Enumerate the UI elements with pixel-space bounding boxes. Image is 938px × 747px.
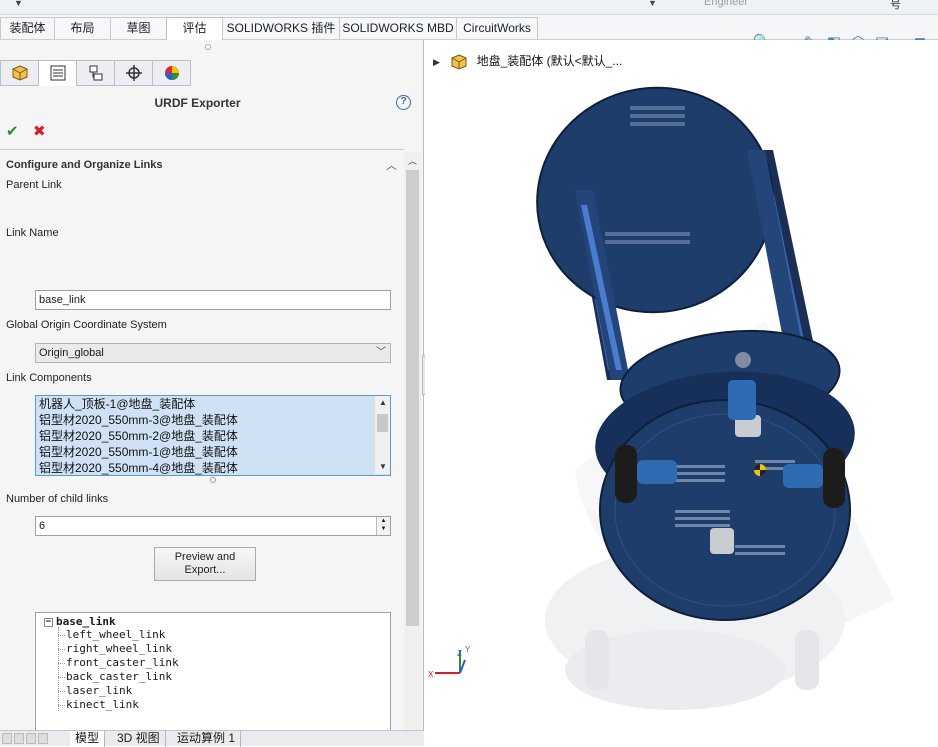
- help-icon[interactable]: ?: [396, 95, 411, 110]
- tab-layout[interactable]: 布局: [54, 17, 111, 39]
- list-scrollbar[interactable]: ▲ ▼: [374, 396, 390, 474]
- strip-trailing-text: 号: [890, 0, 901, 11]
- list-item[interactable]: 铝型材2020_550mm-3@地盘_装配体: [36, 412, 390, 428]
- spinner-arrows[interactable]: ▲ ▼: [376, 517, 390, 535]
- origin-marker: [754, 464, 766, 476]
- dimxpert-tab[interactable]: [114, 60, 153, 86]
- link-components-label: Link Components: [6, 372, 92, 384]
- list-item[interactable]: 铝型材2020_550mm-2@地盘_装配体: [36, 428, 390, 444]
- child-count-label: Number of child links: [6, 493, 109, 505]
- tree-item[interactable]: laser_link: [57, 684, 132, 698]
- tab-circuitworks[interactable]: CircuitWorks: [456, 17, 538, 39]
- ok-button[interactable]: ✔: [6, 122, 19, 140]
- preview-export-button[interactable]: Preview and Export...: [154, 547, 256, 581]
- manager-tabs: [0, 60, 191, 86]
- next-tab-icon[interactable]: [26, 733, 36, 744]
- property-manager-panel: URDF Exporter ? ✔ ✖ Configure and Organi…: [0, 40, 424, 746]
- cancel-button[interactable]: ✖: [33, 122, 46, 140]
- preview-export-line1: Preview and: [174, 551, 236, 563]
- tree-item[interactable]: left_wheel_link: [57, 628, 165, 642]
- bottom-tab-bar: 模型 3D 视图 运动算例 1: [0, 730, 424, 747]
- tab-solidworks-mbd[interactable]: SOLIDWORKS MBD: [339, 17, 457, 39]
- link-name-input[interactable]: base_link: [35, 290, 391, 310]
- dropdown-arrow-icon[interactable]: ▼: [648, 0, 657, 8]
- configuration-manager-tab[interactable]: [76, 60, 115, 86]
- collapse-section-icon[interactable]: ︿: [386, 157, 397, 173]
- display-manager-icon: [164, 66, 179, 80]
- coord-system-value: Origin_global: [39, 347, 104, 359]
- svg-text:X: X: [428, 670, 434, 679]
- property-manager-icon: [50, 65, 65, 81]
- command-manager-tabs: 装配体 布局 草图 评估 SOLIDWORKS 插件 SOLIDWORKS MB…: [0, 15, 938, 51]
- graphics-viewport[interactable]: ▶ 地盘_装配体 (默认<默认_... X Y Z: [425, 40, 938, 746]
- preview-export-line2: Export...: [184, 564, 226, 576]
- tree-connector: [58, 627, 59, 711]
- panel-scroll-area: Configure and Organize Links ︿ Parent Li…: [0, 152, 404, 744]
- tree-item[interactable]: front_caster_link: [58, 656, 179, 670]
- tree-item[interactable]: back_caster_link: [58, 670, 172, 684]
- panel-title: URDF Exporter: [154, 96, 241, 110]
- parent-link-label: Parent Link: [6, 179, 62, 191]
- tab-evaluate[interactable]: 评估: [166, 17, 223, 40]
- child-count-spinner[interactable]: 6 ▲ ▼: [35, 516, 391, 536]
- tab-motion-study[interactable]: 运动算例 1: [172, 731, 242, 747]
- panel-scrollbar[interactable]: ︿ ﹀: [404, 152, 421, 744]
- last-tab-icon[interactable]: [38, 733, 48, 744]
- tree-item[interactable]: right_wheel_link: [58, 642, 172, 656]
- tree-root[interactable]: − base_link: [44, 615, 116, 628]
- scroll-up-icon[interactable]: ︿: [408, 154, 417, 167]
- scrollbar-thumb[interactable]: [377, 414, 388, 432]
- link-components-list[interactable]: 机器人_顶板-1@地盘_装配体 铝型材2020_550mm-3@地盘_装配体 铝…: [35, 395, 391, 476]
- tree-item[interactable]: kinect_link: [58, 698, 139, 712]
- motor-vertical: [728, 380, 756, 420]
- coord-system-label: Global Origin Coordinate System: [6, 319, 167, 331]
- link-name-label: Link Name: [6, 227, 59, 239]
- list-item[interactable]: 铝型材2020_550mm-4@地盘_装配体: [36, 460, 390, 475]
- first-tab-icon[interactable]: [2, 733, 12, 744]
- tree-root-label: base_link: [56, 615, 116, 628]
- svg-text:Z: Z: [457, 649, 462, 658]
- section-title: Configure and Organize Links: [6, 159, 163, 171]
- list-resize-grip[interactable]: [210, 477, 216, 483]
- dimxpert-icon: [125, 65, 142, 81]
- tab-assembly[interactable]: 装配体: [0, 17, 55, 39]
- display-manager-tab[interactable]: [152, 60, 191, 86]
- feature-manager-icon: [12, 65, 27, 81]
- prev-tab-icon[interactable]: [14, 733, 24, 744]
- link-tree[interactable]: − base_link left_wheel_link right_wheel_l…: [35, 612, 391, 744]
- tab-solidworks-addins[interactable]: SOLIDWORKS 插件: [222, 17, 340, 39]
- list-item[interactable]: 铝型材2020_550mm-1@地盘_装配体: [36, 444, 390, 460]
- scroll-down-icon[interactable]: ▼: [379, 462, 387, 471]
- dropdown-arrow-icon[interactable]: ▼: [14, 0, 23, 8]
- collapse-icon[interactable]: −: [44, 617, 53, 627]
- robot-model[interactable]: X Y Z: [425, 40, 938, 746]
- coord-system-select[interactable]: Origin_global ﹀: [35, 343, 391, 363]
- list-item[interactable]: 机器人_顶板-1@地盘_装配体: [36, 396, 390, 412]
- scroll-up-icon[interactable]: ▲: [379, 398, 387, 407]
- feature-manager-tab[interactable]: [0, 60, 39, 86]
- search-hint: Engineer: [704, 0, 749, 8]
- child-count-value: 6: [39, 520, 46, 532]
- chevron-down-icon: ﹀: [376, 347, 386, 358]
- property-manager-tab[interactable]: [38, 60, 77, 86]
- divider: [0, 149, 404, 150]
- tab-sketch[interactable]: 草图: [110, 17, 167, 39]
- panel-grip[interactable]: [205, 44, 211, 50]
- scrollbar-thumb[interactable]: [406, 170, 419, 626]
- svg-text:Y: Y: [465, 645, 471, 654]
- configuration-manager-icon: [89, 65, 102, 81]
- tab-model[interactable]: 模型: [70, 731, 106, 747]
- tab-3d-views[interactable]: 3D 视图: [112, 731, 166, 747]
- axis-triad: X Y Z: [428, 645, 471, 679]
- title-strip: ▼ ▼ Engineer 号: [0, 0, 938, 15]
